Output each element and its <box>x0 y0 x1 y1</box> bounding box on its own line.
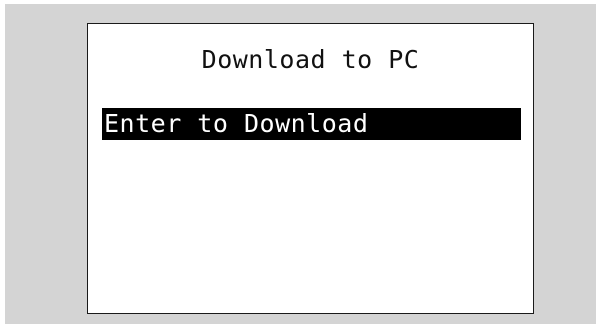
device-bezel: Download to PC Enter to Download <box>5 4 596 324</box>
screen-title: Download to PC <box>201 45 420 74</box>
lcd-screen: Download to PC Enter to Download <box>87 23 534 314</box>
menu-item-enter-to-download[interactable]: Enter to Download <box>102 108 521 140</box>
